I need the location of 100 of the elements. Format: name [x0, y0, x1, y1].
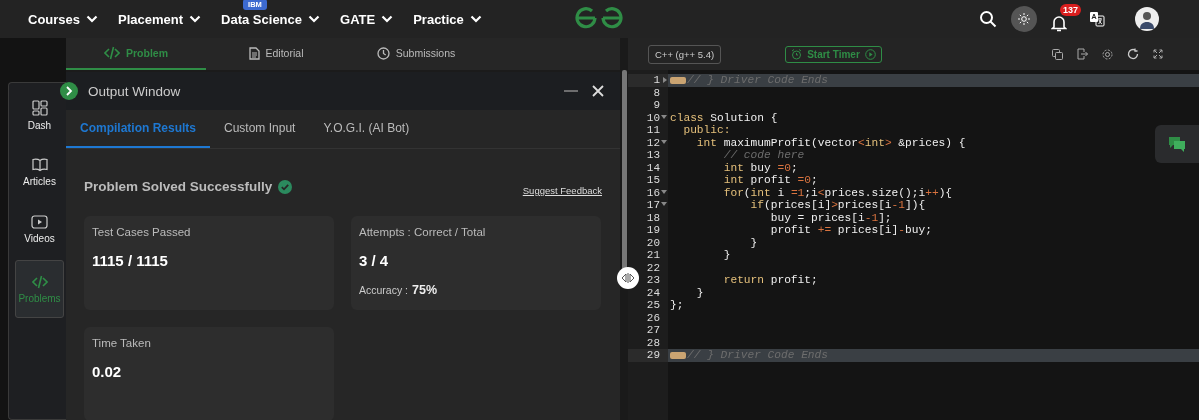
line-number: 13	[646, 149, 660, 162]
nav-menu[interactable]: Practice	[413, 11, 482, 27]
chevron-right-icon	[65, 86, 73, 96]
code-line: };	[670, 299, 684, 312]
bell-icon[interactable]	[1051, 14, 1067, 32]
line-number: 17	[646, 199, 660, 212]
check-icon	[278, 179, 293, 194]
code-line: return profit;	[722, 274, 818, 287]
output-tab[interactable]: Y.O.G.I. (AI Bot)	[309, 110, 424, 148]
line-number: 11	[646, 124, 660, 137]
fold-arrow-icon[interactable]	[661, 114, 667, 119]
line-number: 26	[646, 311, 660, 324]
line-number: 25	[646, 299, 660, 312]
line-number: 27	[646, 324, 660, 337]
code-icon	[31, 274, 48, 289]
chat-button[interactable]	[1155, 125, 1199, 163]
line-number: 21	[646, 249, 660, 262]
line-number: 18	[646, 211, 660, 224]
line-number: 29	[646, 349, 660, 362]
dashboard-icon	[31, 99, 48, 116]
person-icon	[1139, 9, 1155, 29]
minimize-icon[interactable]	[564, 89, 578, 93]
code-line: }	[695, 286, 704, 299]
output-tab[interactable]: Custom Input	[210, 110, 310, 148]
line-number: 12	[646, 136, 660, 149]
line-number: 28	[646, 336, 660, 349]
sidebar-item[interactable]: Articles	[15, 146, 64, 198]
search-icon[interactable]	[979, 10, 997, 28]
problem-tab[interactable]: Editorial	[206, 38, 346, 70]
fold-marker[interactable]	[670, 76, 686, 84]
sun-icon	[1018, 13, 1030, 25]
code-line: class Solution {	[670, 111, 778, 124]
line-number: 19	[646, 224, 660, 237]
clock-icon	[376, 46, 390, 60]
split-arrows-icon	[621, 273, 635, 283]
code-line: profit += prices[i]-buy;	[769, 224, 932, 237]
avatar[interactable]	[1135, 7, 1159, 31]
fold-arrow-icon[interactable]	[661, 189, 667, 194]
logo-icon	[575, 6, 623, 30]
code-line: int profit =0;	[722, 174, 818, 187]
card-label: Test Cases Passed	[92, 226, 192, 238]
line-number: 8	[653, 86, 660, 99]
chevron-down-icon	[86, 15, 99, 23]
accuracy-value: 75%	[412, 283, 438, 297]
alarm-clock-icon	[791, 48, 803, 60]
fold-marker[interactable]	[670, 351, 686, 359]
card-value: 1115 / 1115	[92, 252, 169, 269]
code-icon	[104, 46, 120, 60]
accuracy-label: Accuracy :	[359, 284, 408, 296]
scrollbar[interactable]	[621, 70, 627, 270]
code-line: int buy =0;	[722, 161, 798, 174]
theme-toggle[interactable]	[1011, 6, 1037, 32]
card-value: 0.02	[92, 363, 123, 380]
fold-arrow-icon[interactable]	[661, 202, 667, 206]
translate-icon[interactable]	[1089, 11, 1105, 27]
card-label: Time Taken	[92, 337, 152, 349]
fullscreen-icon[interactable]	[1153, 49, 1163, 59]
problem-tab[interactable]: Submissions	[346, 38, 486, 70]
sidebar-item[interactable]: Videos	[15, 203, 64, 255]
chevron-down-icon	[469, 15, 482, 23]
chevron-down-icon	[381, 15, 394, 23]
code-line: int maximumProfit(vector<int> &prices) {	[695, 136, 966, 149]
line-number: 14	[646, 161, 660, 174]
chevron-down-icon	[189, 15, 202, 23]
file-export-icon[interactable]	[1077, 48, 1088, 60]
settings-icon[interactable]	[1102, 48, 1113, 60]
close-icon[interactable]	[592, 85, 604, 97]
copy-icon[interactable]	[1052, 48, 1063, 60]
nav-menu[interactable]: GATE	[340, 11, 394, 27]
window-title: Output Window	[88, 83, 181, 99]
notification-badge: 137	[1060, 4, 1082, 16]
chat-bubbles-icon	[1168, 136, 1186, 152]
line-number: 9	[653, 99, 660, 112]
line-number: 15	[646, 174, 660, 187]
book-icon	[31, 157, 48, 172]
card-value: 3 / 4	[359, 252, 390, 269]
fold-arrow-icon[interactable]	[661, 139, 667, 144]
code-line: }	[722, 249, 731, 262]
code-line: for(int i =1;i<prices.size();i++){	[722, 186, 953, 199]
line-number: 10	[646, 111, 660, 124]
feedback-link[interactable]: Suggest Feedback	[522, 185, 602, 196]
code-line: public:	[682, 124, 731, 137]
card-label: Attempts : Correct / Total	[359, 226, 487, 238]
refresh-icon[interactable]	[1127, 48, 1139, 60]
document-icon	[248, 46, 260, 60]
play-icon	[864, 48, 876, 60]
code-line: buy = prices[i-1];	[769, 211, 892, 224]
nav-menu[interactable]: Placement	[118, 11, 202, 27]
language-dropdown[interactable]: C++ (g++ 5.4)	[648, 44, 722, 64]
line-number: 20	[646, 236, 660, 249]
code-line: // code here	[722, 149, 805, 162]
timer-button[interactable]: Start Timer	[785, 45, 882, 63]
sidebar-item[interactable]: Dash	[15, 89, 64, 141]
video-icon	[31, 214, 48, 229]
line-number: 22	[646, 261, 660, 274]
nav-menu[interactable]: Courses	[28, 11, 99, 27]
chevron-down-icon	[308, 15, 320, 23]
line-number: 24	[646, 286, 660, 299]
nav-menu[interactable]: Data Science	[221, 11, 320, 27]
fold-arrow-icon[interactable]	[663, 77, 667, 83]
